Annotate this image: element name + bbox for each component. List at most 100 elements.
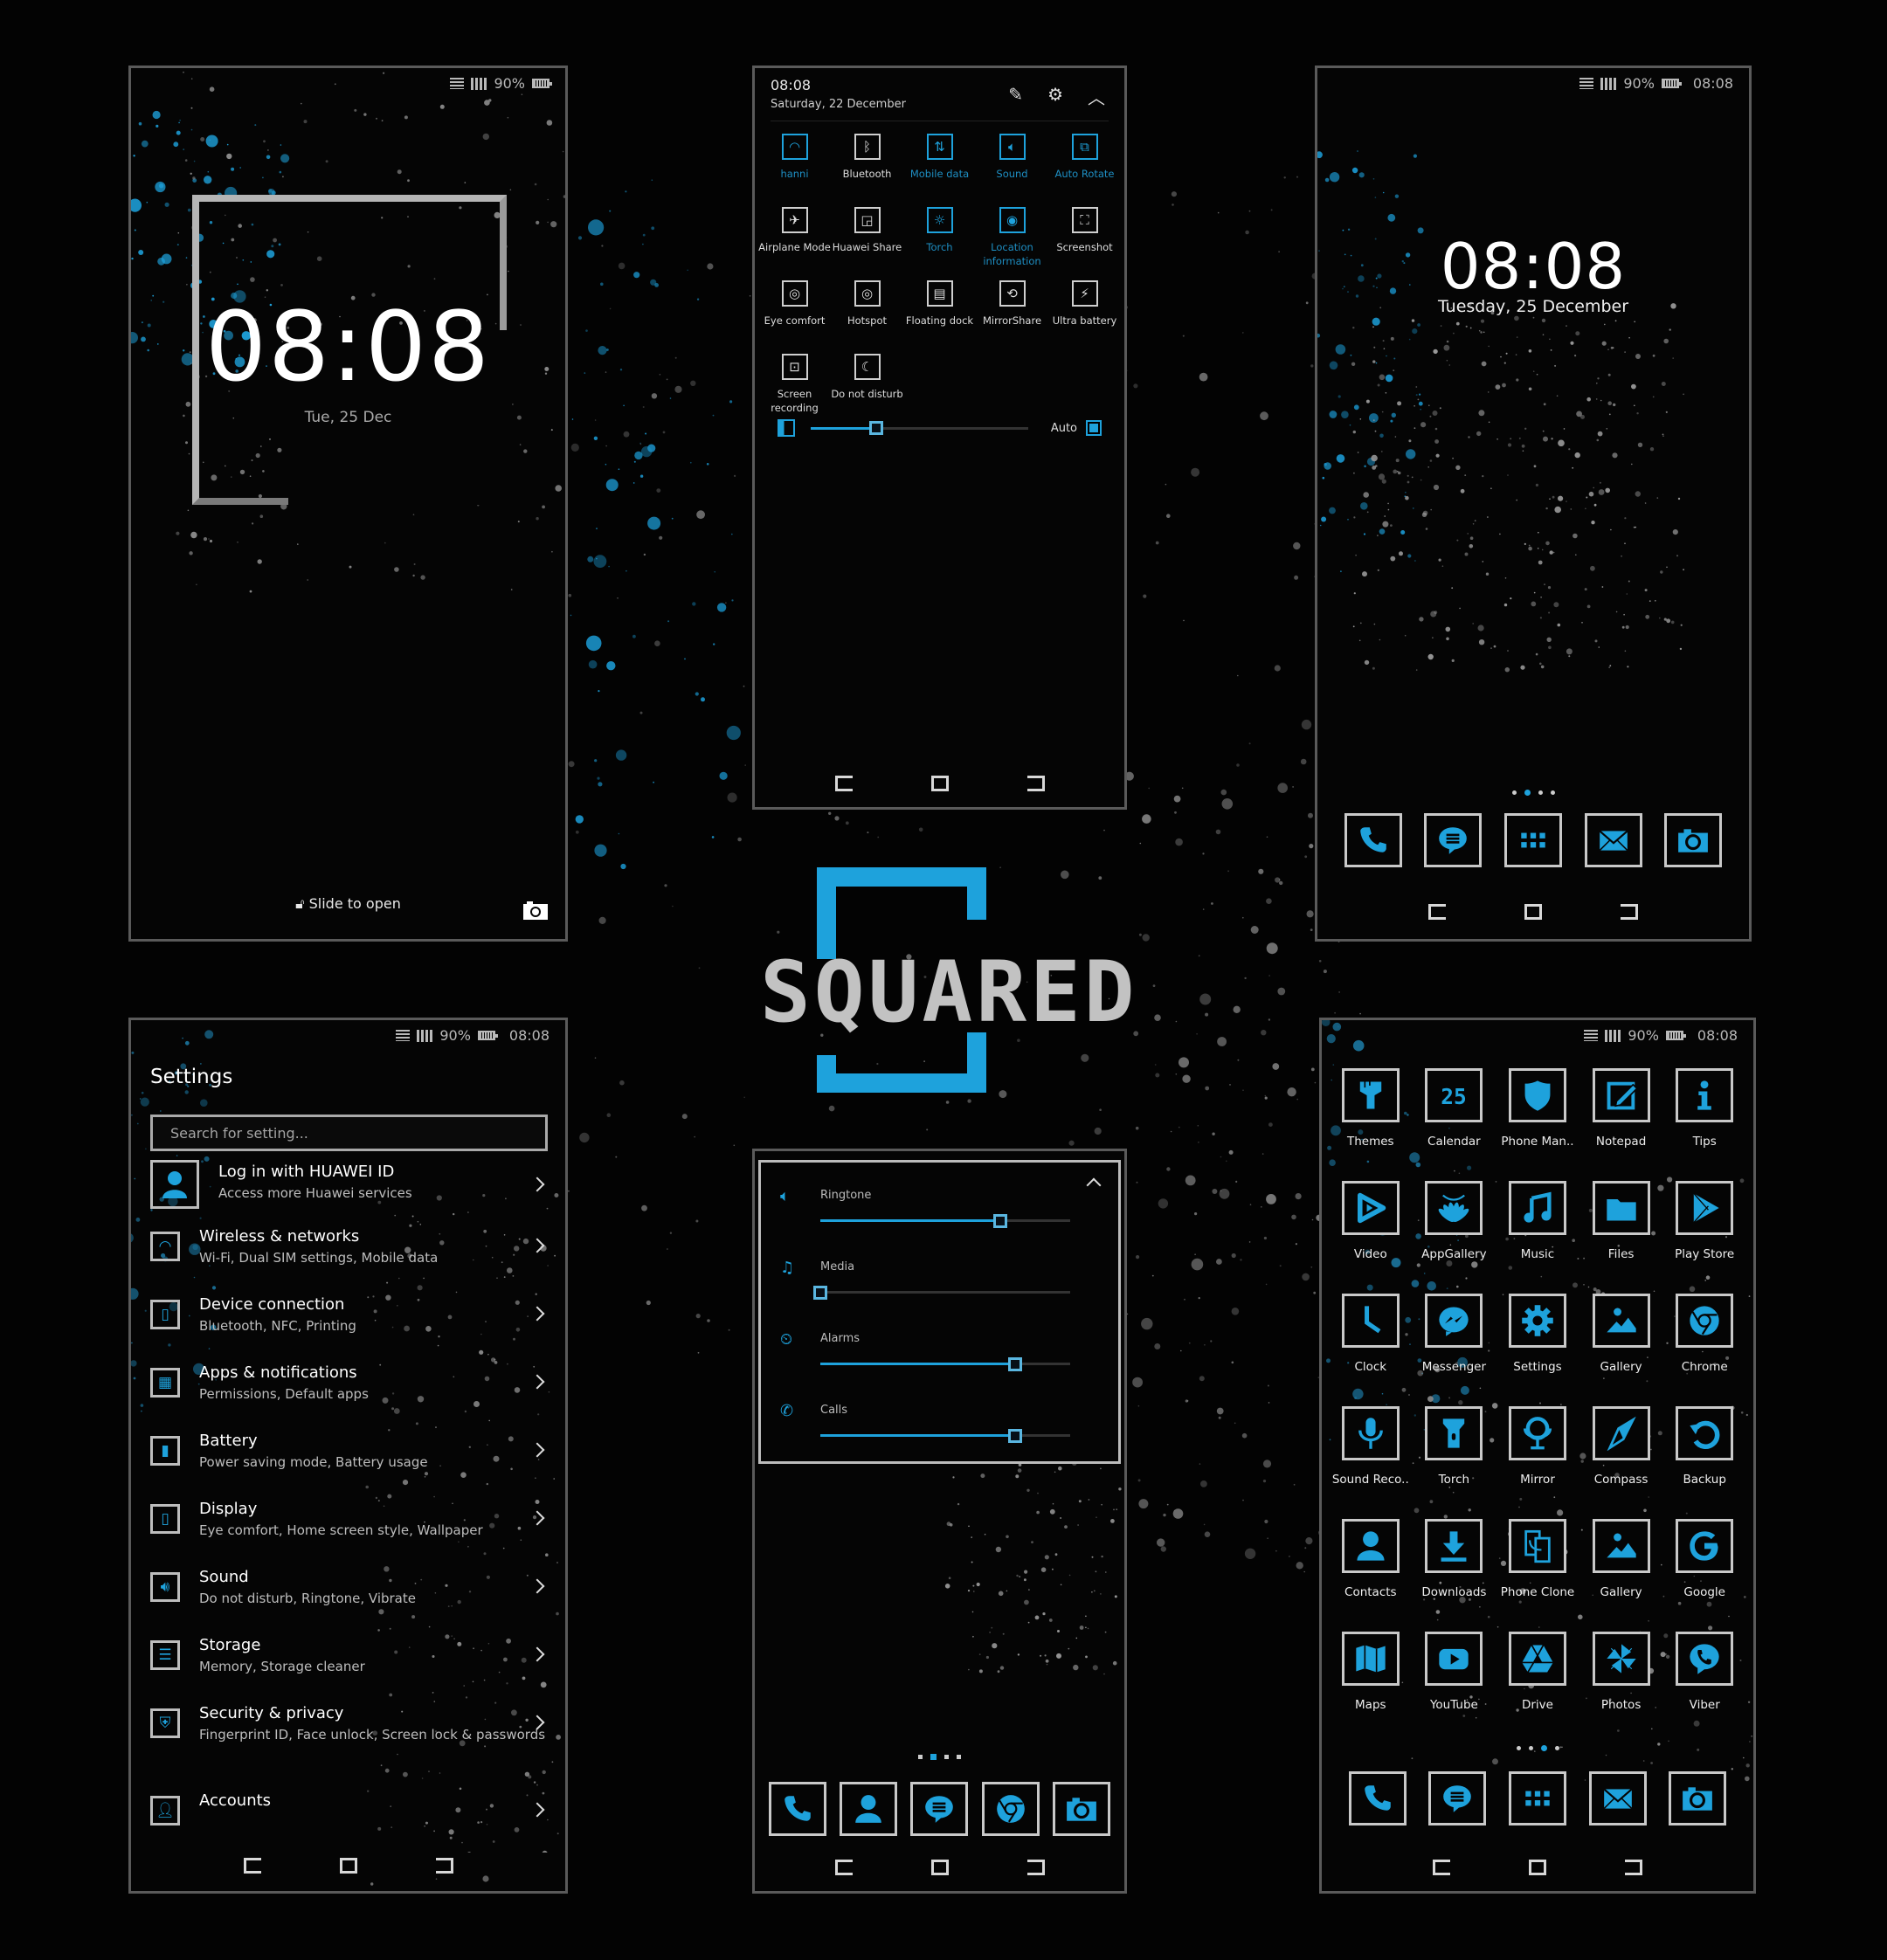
dock-email[interactable]: [1584, 813, 1642, 867]
page-dot[interactable]: [1538, 790, 1543, 795]
nav-back-button[interactable]: [834, 1860, 853, 1875]
dock-phone[interactable]: [768, 1782, 826, 1836]
app-torch[interactable]: Torch: [1413, 1406, 1496, 1519]
app-compass[interactable]: Compass: [1579, 1406, 1663, 1519]
dock-camera[interactable]: [1053, 1782, 1111, 1836]
nav-recents-button[interactable]: [435, 1858, 453, 1874]
quick-tile-mobile-data[interactable]: ⇅ Mobile data: [903, 134, 976, 195]
quick-tile-torch[interactable]: ☼ Torch: [903, 207, 976, 268]
app-photos[interactable]: Photos: [1579, 1632, 1663, 1744]
page-dot[interactable]: [957, 1755, 961, 1759]
page-dot[interactable]: [1528, 1746, 1533, 1750]
brightness-thumb[interactable]: [868, 421, 883, 435]
quick-tile-do-not-disturb[interactable]: ☾ Do not disturb: [831, 354, 903, 415]
dock-chrome[interactable]: [981, 1782, 1040, 1836]
settings-item-wireless-networks[interactable]: ◠ Wireless & networks Wi-Fi, Dual SIM se…: [150, 1226, 548, 1294]
app-downloads[interactable]: Downloads: [1413, 1519, 1496, 1632]
page-dot[interactable]: [1524, 790, 1531, 796]
app-youtube[interactable]: YouTube: [1413, 1632, 1496, 1744]
app-phone-man[interactable]: Phone Man..: [1496, 1068, 1579, 1181]
quick-tile-hotspot[interactable]: ◎ Hotspot: [831, 280, 903, 342]
app-settings[interactable]: Settings: [1496, 1294, 1579, 1406]
settings-item-huawei-id[interactable]: Log in with HUAWEI ID Access more Huawei…: [150, 1158, 548, 1226]
page-dot[interactable]: [918, 1755, 923, 1759]
app-clock[interactable]: Clock: [1329, 1294, 1413, 1406]
nav-home-button[interactable]: [930, 1860, 949, 1875]
volume-thumb[interactable]: [1008, 1356, 1023, 1371]
nav-back-button[interactable]: [243, 1858, 261, 1874]
page-dot[interactable]: [1516, 1746, 1521, 1750]
quick-tile-airplane-mode[interactable]: ✈ Airplane Mode: [758, 207, 831, 268]
slide-to-open[interactable]: 🔓︎ Slide to open: [131, 895, 565, 913]
quick-tile-huawei-share[interactable]: ◲ Huawei Share: [831, 207, 903, 268]
nav-back-button[interactable]: [1433, 1860, 1450, 1875]
quick-tile-screen-recording[interactable]: ⊡ Screen recording: [758, 354, 831, 415]
page-dot[interactable]: [944, 1755, 949, 1759]
nav-home-button[interactable]: [1529, 1860, 1546, 1875]
nav-recents-button[interactable]: [1026, 776, 1045, 791]
page-dot[interactable]: [1511, 790, 1517, 795]
app-phone-clone[interactable]: Phone Clone: [1496, 1519, 1579, 1632]
app-drive[interactable]: Drive: [1496, 1632, 1579, 1744]
nav-home-button[interactable]: [339, 1858, 357, 1874]
settings-item-device-connection[interactable]: ▯ Device connection Bluetooth, NFC, Prin…: [150, 1294, 548, 1363]
settings-item-security-privacy[interactable]: ⛨ Security & privacy Fingerprint ID, Fac…: [150, 1703, 548, 1791]
app-video[interactable]: Video: [1329, 1181, 1413, 1294]
settings-search-input[interactable]: [150, 1115, 548, 1151]
app-gallery[interactable]: Gallery: [1579, 1519, 1663, 1632]
quick-tile-screenshot[interactable]: ⛶ Screenshot: [1048, 207, 1121, 268]
nav-home-button[interactable]: [930, 776, 949, 791]
quick-tile-mirrorshare[interactable]: ⟲ MirrorShare: [976, 280, 1048, 342]
app-notepad[interactable]: Notepad: [1579, 1068, 1663, 1181]
dock-camera[interactable]: [1664, 813, 1723, 867]
volume-slider[interactable]: [820, 1428, 1070, 1443]
collapse-chevron-icon[interactable]: ︿: [1088, 84, 1105, 109]
brightness-slider[interactable]: [811, 421, 1028, 435]
quick-tile-location-information[interactable]: ◉ Location information: [976, 207, 1048, 268]
volume-slider[interactable]: [820, 1356, 1070, 1371]
quick-tile-hanni[interactable]: ◠ hanni: [758, 134, 831, 195]
nav-recents-button[interactable]: [1026, 1860, 1045, 1875]
settings-item-sound[interactable]: 🔊︎ Sound Do not disturb, Ringtone, Vibra…: [150, 1567, 548, 1635]
settings-item-accounts[interactable]: 👤︎ Accounts: [150, 1791, 548, 1843]
dock-email[interactable]: [1588, 1771, 1647, 1825]
app-calendar[interactable]: 25 Calendar: [1413, 1068, 1496, 1181]
dock-contacts[interactable]: [840, 1782, 898, 1836]
quick-tile-floating-dock[interactable]: ▤ Floating dock: [903, 280, 976, 342]
app-sound-reco[interactable]: Sound Reco..: [1329, 1406, 1413, 1519]
app-tips[interactable]: Tips: [1662, 1068, 1746, 1181]
quick-tile-sound[interactable]: 🔈︎ Sound: [976, 134, 1048, 195]
auto-brightness-checkbox[interactable]: [1086, 420, 1102, 436]
page-dot[interactable]: [1540, 1745, 1547, 1751]
app-appgallery[interactable]: AppGallery: [1413, 1181, 1496, 1294]
settings-item-storage[interactable]: ☰ Storage Memory, Storage cleaner: [150, 1635, 548, 1703]
app-music[interactable]: Music: [1496, 1181, 1579, 1294]
app-files[interactable]: Files: [1579, 1181, 1663, 1294]
nav-back-button[interactable]: [1428, 904, 1446, 920]
dock-messages[interactable]: [1424, 813, 1483, 867]
volume-thumb[interactable]: [813, 1285, 827, 1300]
home-clock-widget[interactable]: 08:08: [1317, 230, 1749, 303]
app-google[interactable]: Google: [1662, 1519, 1746, 1632]
edit-pencil-icon[interactable]: ✎: [1008, 84, 1023, 109]
volume-thumb[interactable]: [1008, 1428, 1023, 1443]
settings-item-apps-notifications[interactable]: ▦ Apps & notifications Permissions, Defa…: [150, 1363, 548, 1431]
settings-item-battery[interactable]: ▮ Battery Power saving mode, Battery usa…: [150, 1431, 548, 1499]
app-mirror[interactable]: Mirror: [1496, 1406, 1579, 1519]
dock-phone[interactable]: [1344, 813, 1402, 867]
dock-messages[interactable]: [1428, 1771, 1487, 1825]
volume-slider[interactable]: [820, 1213, 1070, 1228]
app-viber[interactable]: Viber: [1662, 1632, 1746, 1744]
camera-shortcut[interactable]: [523, 901, 548, 923]
page-dot[interactable]: [1554, 1746, 1559, 1750]
nav-back-button[interactable]: [834, 776, 853, 791]
page-dot[interactable]: [930, 1754, 937, 1760]
app-maps[interactable]: Maps: [1329, 1632, 1413, 1744]
gear-icon[interactable]: ⚙: [1047, 84, 1063, 109]
settings-item-display[interactable]: ▯ Display Eye comfort, Home screen style…: [150, 1499, 548, 1567]
quick-tile-ultra-battery[interactable]: ⚡ Ultra battery: [1048, 280, 1121, 342]
quick-tile-bluetooth[interactable]: ᛒ Bluetooth: [831, 134, 903, 195]
app-chrome[interactable]: Chrome: [1662, 1294, 1746, 1406]
nav-home-button[interactable]: [1524, 904, 1542, 920]
volume-slider[interactable]: [813, 1285, 1070, 1300]
